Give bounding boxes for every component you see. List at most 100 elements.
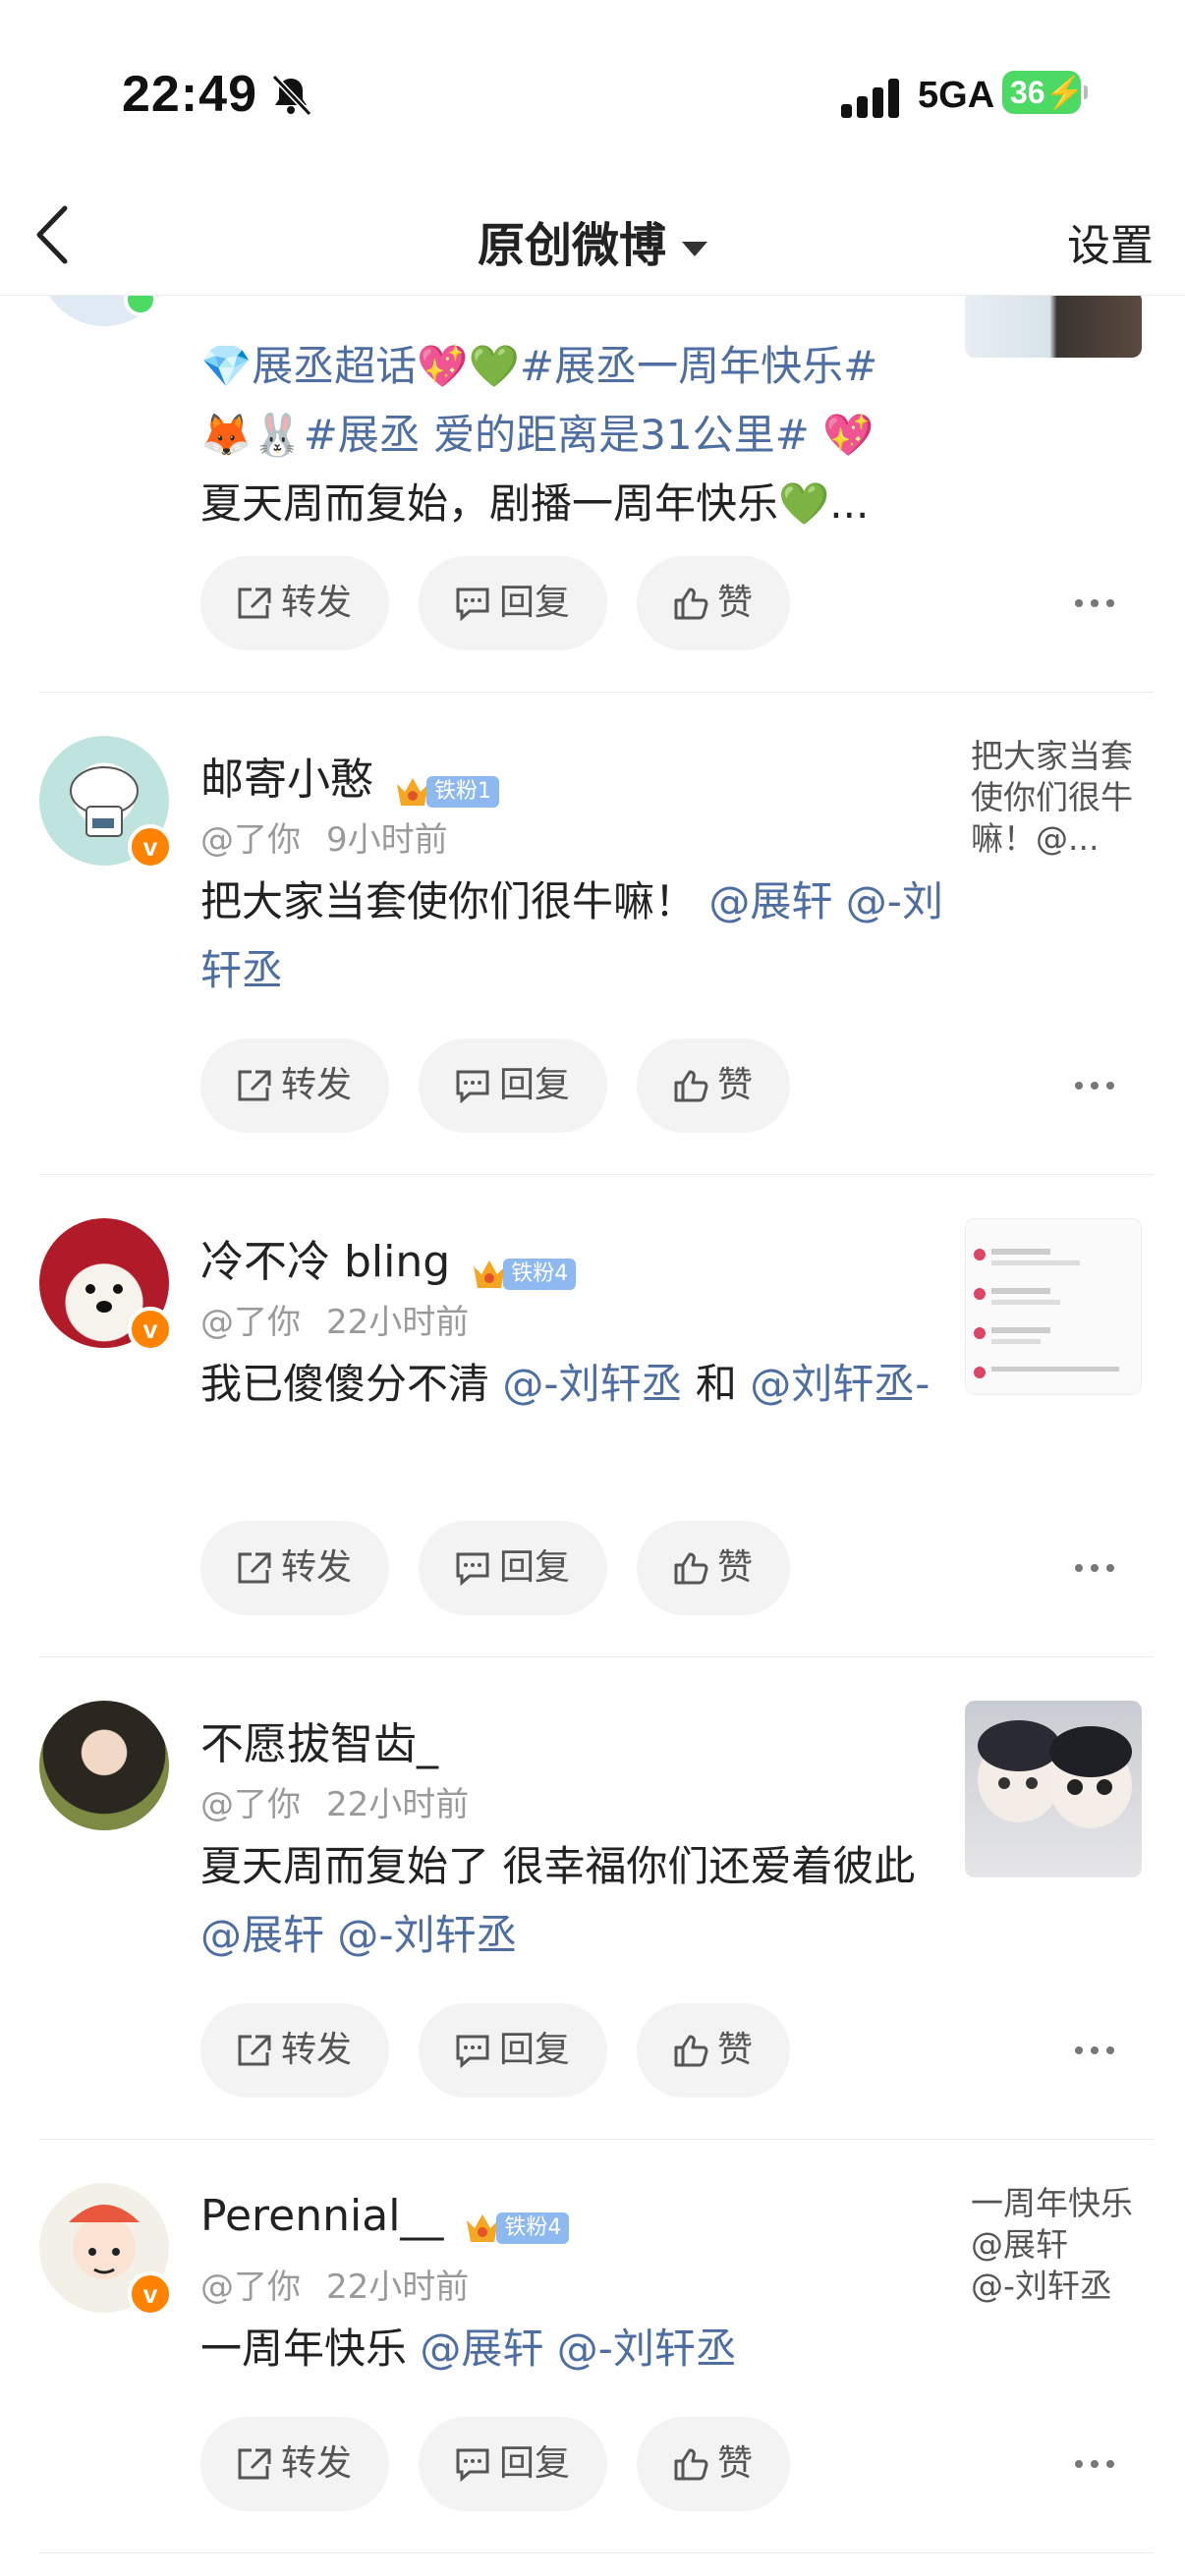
share-icon (238, 1552, 271, 1584)
nav-bar: 原创微博 设置 (0, 177, 1185, 296)
reply-button[interactable]: 回复 (419, 2003, 607, 2098)
more-options-icon[interactable] (1075, 2041, 1126, 2060)
post-meta: @了你 9小时前 (200, 812, 448, 861)
fan-level: 铁粉1 (426, 776, 499, 808)
reply-label: 回复 (499, 2030, 571, 2070)
cellular-signal-icon (841, 77, 902, 118)
chevron-down-icon (682, 241, 707, 256)
reply-button[interactable]: 回复 (419, 1038, 607, 1133)
post-text: 一周年快乐 @展轩 @-刘轩丞 (200, 2315, 967, 2383)
username-text: 邮寄小憨 (200, 755, 373, 805)
feed-filter-dropdown[interactable]: 原创微博 (0, 206, 1185, 275)
reply-label: 回复 (499, 1065, 571, 1105)
like-button[interactable]: 赞 (637, 1521, 790, 1615)
like-label: 赞 (717, 583, 754, 623)
thumbs-up-icon (674, 588, 708, 620)
thumbs-up-icon (674, 1552, 708, 1585)
mention-note: @了你 (200, 2268, 301, 2307)
mention-link[interactable]: @-刘轩丞 (337, 1911, 517, 1959)
share-icon (238, 2035, 271, 2066)
verified-badge: v (128, 1307, 173, 1352)
repost-label: 转发 (281, 1547, 353, 1588)
thumbs-up-icon (674, 2035, 708, 2067)
reply-button[interactable]: 回复 (419, 2417, 607, 2511)
timestamp: 22小时前 (326, 1303, 470, 1342)
reply-button[interactable]: 回复 (419, 1521, 607, 1615)
verified-badge: v (128, 824, 173, 869)
username[interactable]: 不愿拔智齿_ (200, 1708, 438, 1771)
post-text-line2: 🦊🐰#展丞 爱的距离是31公里# 💖 (200, 411, 875, 459)
post-text-connector: 和 (695, 1360, 737, 1408)
mention-link[interactable]: @-刘轩丞 (502, 1360, 682, 1408)
feed-item[interactable]: v 冷不冷 bling 铁粉4 @了你 22小时前 我已傻傻分不清 @-刘轩丞 和… (39, 1175, 1154, 1657)
post-text-line3: 夏天周而复始，剧播一周年快乐💚... (200, 479, 870, 528)
feed-item[interactable]: v 邮寄小憨 铁粉1 @了你 9小时前 把大家当套使你们很牛嘛！ @展轩 @-刘轩… (39, 693, 1154, 1175)
post-meta: @了你 22小时前 (200, 2260, 469, 2308)
post-text: 把大家当套使你们很牛嘛！ @展轩 @-刘轩丞 (200, 868, 967, 1005)
repost-button[interactable]: 转发 (200, 2003, 389, 2098)
like-button[interactable]: 赞 (637, 2003, 790, 2098)
post-thumbnail[interactable] (965, 1218, 1142, 1395)
username-text: Perennial__ (200, 2191, 444, 2241)
status-time: 22:49 (122, 66, 257, 123)
username[interactable]: 冷不冷 bling 铁粉4 (200, 1226, 577, 1290)
repost-button[interactable]: 转发 (200, 1521, 389, 1615)
like-button[interactable]: 赞 (637, 2417, 790, 2511)
like-button[interactable]: 赞 (637, 1038, 790, 1133)
thumbs-up-icon (674, 2448, 708, 2481)
repost-button[interactable]: 转发 (200, 556, 389, 650)
more-options-icon[interactable] (1075, 2454, 1126, 2474)
feed-item[interactable]: v Perennial__ 铁粉4 @了你 22小时前 一周年快乐 @展轩 @-刘… (39, 2140, 1154, 2553)
share-icon (238, 2448, 271, 2480)
avatar[interactable] (39, 1701, 169, 1830)
username[interactable]: Perennial__ 铁粉4 (200, 2191, 570, 2244)
comment-icon (456, 2448, 489, 2482)
like-label: 赞 (717, 2443, 754, 2484)
mention-link[interactable]: @展轩 (420, 2324, 543, 2373)
comment-icon (456, 1070, 489, 1103)
battery-indicator: 36⚡ (1002, 71, 1088, 114)
repost-label: 转发 (281, 2443, 353, 2484)
like-button[interactable]: 赞 (637, 556, 790, 650)
quoted-text[interactable]: 把大家当套使你们很牛嘛！@... (971, 736, 1157, 860)
repost-button[interactable]: 转发 (200, 2417, 389, 2511)
feed-list: 💎展丞超话💖💚#展丞一周年快乐# 🦊🐰#展丞 爱的距离是31公里# 💖 夏天周而… (0, 196, 1185, 2553)
mention-link[interactable]: @展轩 (200, 1911, 324, 1959)
mention-link[interactable]: @展轩 (708, 877, 832, 925)
feed-item[interactable]: 不愿拔智齿_ @了你 22小时前 夏天周而复始了 很幸福你们还爱着彼此 @展轩 @… (39, 1657, 1154, 2140)
more-options-icon[interactable] (1075, 1558, 1126, 1578)
repost-label: 转发 (281, 2030, 353, 2070)
mention-link[interactable]: @-刘轩丞 (557, 2324, 737, 2373)
mention-link[interactable]: @刘轩丞- (750, 1360, 930, 1408)
share-icon (238, 1070, 271, 1101)
comment-icon (456, 1552, 489, 1586)
feed-item[interactable]: 💎展丞超话💖💚#展丞一周年快乐# 🦊🐰#展丞 爱的距离是31公里# 💖 夏天周而… (39, 196, 1154, 693)
post-thumbnail[interactable] (965, 291, 1142, 358)
thumbs-up-icon (674, 1070, 708, 1102)
plush-dolls-photo (978, 1720, 1132, 1828)
reply-button[interactable]: 回复 (419, 556, 607, 650)
bell-muted-icon (271, 74, 312, 117)
reply-label: 回复 (499, 1547, 571, 1588)
page-title: 原创微博 (477, 218, 666, 273)
network-type: 5GA (918, 75, 995, 116)
fan-level: 铁粉4 (496, 2212, 570, 2244)
post-text: 💎展丞超话💖💚#展丞一周年快乐# 🦊🐰#展丞 爱的距离是31公里# 💖 夏天周而… (200, 332, 967, 538)
username[interactable]: 邮寄小憨 铁粉1 (200, 744, 499, 808)
post-thumbnail[interactable] (965, 1701, 1142, 1877)
status-bar: 22:49 5GA 36⚡ (0, 0, 1185, 177)
mention-note: @了你 (200, 1303, 301, 1342)
settings-button[interactable]: 设置 (1067, 210, 1154, 273)
post-text-body: 把大家当套使你们很牛嘛！ (200, 877, 697, 925)
like-label: 赞 (717, 1065, 754, 1105)
mention-note: @了你 (200, 1785, 301, 1824)
quoted-text[interactable]: 一周年快乐 @展轩 @-刘轩丞 (971, 2183, 1157, 2307)
more-options-icon[interactable] (1075, 593, 1126, 613)
post-text-body: 一周年快乐 (200, 2324, 408, 2373)
more-options-icon[interactable] (1075, 1076, 1126, 1095)
fan-level: 铁粉4 (503, 1259, 577, 1290)
repost-button[interactable]: 转发 (200, 1038, 389, 1133)
timestamp: 9小时前 (326, 820, 448, 860)
share-icon (238, 588, 271, 619)
like-label: 赞 (717, 1547, 754, 1588)
